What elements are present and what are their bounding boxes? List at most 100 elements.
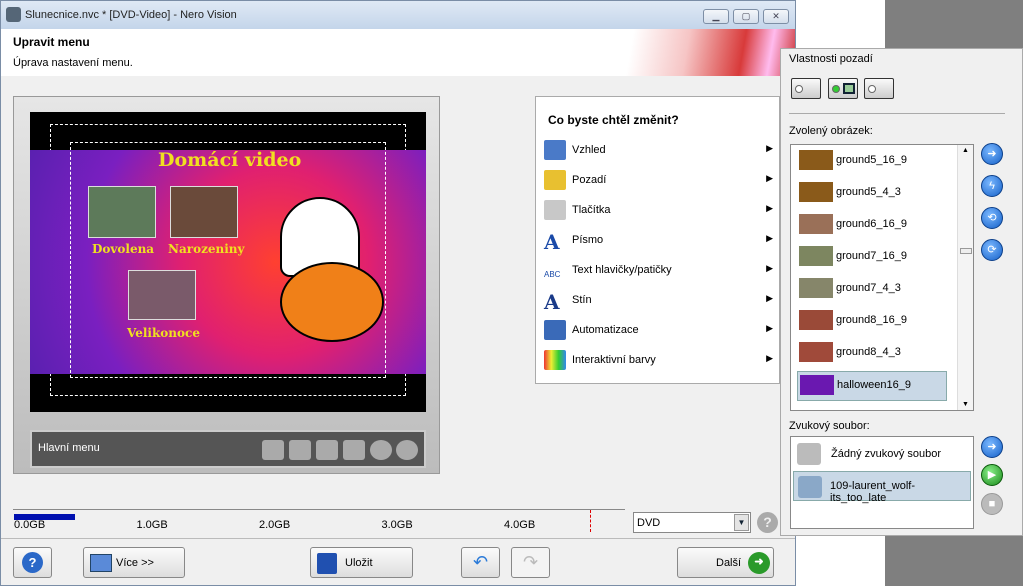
preview-screen[interactable]: Domácí video Dovolena Narozeniny Velikon… xyxy=(30,112,426,412)
image-thumbnail xyxy=(800,375,834,395)
help-button[interactable]: ? xyxy=(13,547,52,578)
checkmark-icon[interactable] xyxy=(396,440,418,460)
image-list-scrollbar[interactable]: ▲ ▼ xyxy=(957,145,973,410)
last-page-icon[interactable] xyxy=(343,440,365,460)
menu-item-vzhled[interactable]: Vzhled ▶ xyxy=(542,137,777,165)
image-list-item-label: ground7_4_3 xyxy=(836,282,901,294)
menu-item-stin[interactable]: A Stín ▶ xyxy=(542,287,777,315)
next-page-icon[interactable] xyxy=(316,440,338,460)
help-icon: ? xyxy=(22,552,43,573)
browse-sound-button[interactable]: ➜ xyxy=(981,436,1003,458)
redo-button[interactable]: ↷ xyxy=(511,547,550,578)
arrow-right-icon: ▶ xyxy=(766,353,773,363)
bg-mode-video[interactable] xyxy=(864,78,894,99)
image-list-item[interactable]: ground6_16_9 xyxy=(797,211,947,241)
menu-item-label: Text hlavičky/patičky xyxy=(572,264,672,276)
save-button[interactable]: Uložit xyxy=(310,547,413,578)
thumbnail-velikonoce[interactable] xyxy=(128,270,196,320)
scroll-thumb[interactable] xyxy=(960,248,972,254)
image-list[interactable]: ground5_16_9 ground5_4_3 ground6_16_9groun… xyxy=(790,144,974,411)
undo-button[interactable]: ↶ xyxy=(461,547,500,578)
shadow-icon: A xyxy=(544,290,560,314)
menu-item-tlacitka[interactable]: Tlačítka ▶ xyxy=(542,197,777,225)
menu-item-label: Vzhled xyxy=(572,144,606,156)
scroll-down-icon[interactable]: ▼ xyxy=(962,401,969,408)
edit-image-button[interactable]: ϟ xyxy=(981,175,1003,197)
menu-item-automatizace[interactable]: Automatizace ▶ xyxy=(542,317,777,345)
menu-item-label[interactable]: Narozeniny xyxy=(168,242,245,256)
menu-item-label[interactable]: Velikonoce xyxy=(127,326,200,340)
chevron-down-icon[interactable]: ▼ xyxy=(734,514,749,531)
font-icon: A xyxy=(544,230,560,254)
disc-type-select[interactable]: DVD ▼ xyxy=(633,512,751,533)
next-label: Další xyxy=(716,557,742,569)
more-icon xyxy=(90,554,112,572)
menu-title[interactable]: Domácí video xyxy=(158,149,301,171)
menu-item-label[interactable]: Dovolena xyxy=(92,242,154,256)
menu-item-pozadi[interactable]: Pozadí ▶ xyxy=(542,167,777,195)
navigate-icon[interactable] xyxy=(370,440,392,460)
image-list-item[interactable]: ground5_16_9 xyxy=(797,147,947,177)
menu-item-label: Stín xyxy=(572,294,592,306)
image-list-item[interactable]: ground7_16_9 xyxy=(797,243,947,273)
nero-banner-image xyxy=(615,29,795,76)
layout-icon xyxy=(544,140,566,160)
separator xyxy=(1,538,795,539)
more-label: Více >> xyxy=(116,557,154,569)
scroll-up-icon[interactable]: ▲ xyxy=(962,147,969,154)
menu-item-pismo[interactable]: A Písmo ▶ xyxy=(542,227,777,255)
previous-page-icon[interactable] xyxy=(289,440,311,460)
stop-sound-button[interactable]: ■ xyxy=(981,493,1003,515)
image-thumbnail xyxy=(799,310,833,330)
main-window: Slunecnice.nvc * [DVD-Video] - Nero Visi… xyxy=(0,0,796,586)
preview-control-bar: Hlavní menu xyxy=(30,430,426,468)
floppy-icon xyxy=(317,553,337,574)
background-properties-panel: Vlastnosti pozadí Zvolený obrázek: groun… xyxy=(780,48,1023,536)
maximize-button[interactable]: ▢ xyxy=(733,9,759,24)
menu-item-label: Interaktivní barvy xyxy=(572,354,656,366)
audio-file-icon xyxy=(798,476,822,498)
play-sound-button[interactable]: ▶ xyxy=(981,464,1003,486)
arrow-right-icon: ▶ xyxy=(766,293,773,303)
image-list-item[interactable]: halloween16_9 xyxy=(797,371,947,401)
browse-image-button[interactable]: ➜ xyxy=(981,143,1003,165)
sound-item[interactable]: Žádný zvukový soubor xyxy=(793,439,971,469)
sound-item-label: Žádný zvukový soubor xyxy=(831,448,942,460)
next-button[interactable]: Další ➜ xyxy=(677,547,774,578)
image-list-item[interactable]: ground8_16_9 xyxy=(797,307,947,337)
arrow-right-icon: ➜ xyxy=(748,552,770,574)
close-button[interactable]: ✕ xyxy=(763,9,789,24)
refresh-image-button[interactable]: ⟲ xyxy=(981,207,1003,229)
image-list-item-label: ground5_4_3 xyxy=(836,186,901,198)
arrow-right-icon: ▶ xyxy=(766,233,773,243)
image-list-item[interactable]: ground8_4_3 xyxy=(797,339,947,369)
thumbnail-narozeniny[interactable] xyxy=(170,186,238,238)
bg-mode-image[interactable] xyxy=(828,78,858,99)
sound-list[interactable]: Žádný zvukový soubor 109-laurent_wolf-it… xyxy=(790,436,974,529)
menu-item-label: Písmo xyxy=(572,234,604,246)
buttons-icon xyxy=(544,200,566,220)
image-list-item[interactable]: ground5_4_3 xyxy=(797,179,947,209)
separator xyxy=(789,113,1005,114)
sound-item-selected[interactable]: 109-laurent_wolf-its_too_late xyxy=(793,471,971,504)
arrow-right-icon: ▶ xyxy=(766,203,773,213)
arrow-right-icon: ▶ xyxy=(766,143,773,153)
menu-item-interaktivni-barvy[interactable]: Interaktivní barvy ▶ xyxy=(542,347,777,375)
image-list-item[interactable]: ground7_4_3 xyxy=(797,275,947,305)
automation-icon xyxy=(544,320,566,340)
menu-item-text-hlavicky[interactable]: ABC Text hlavičky/patičky ▶ xyxy=(542,257,777,285)
change-menu-panel: Co byste chtěl změnit? Vzhled ▶ Pozadí ▶ T… xyxy=(535,96,780,384)
page-title: Upravit menu xyxy=(13,35,90,49)
image-list-item-label: ground7_16_9 xyxy=(836,250,907,262)
bg-mode-gradient[interactable] xyxy=(791,78,821,99)
background-icon xyxy=(544,170,566,190)
minimize-button[interactable]: ▁ xyxy=(703,9,729,24)
image-thumbnail xyxy=(799,150,833,170)
first-page-icon[interactable] xyxy=(262,440,284,460)
help-disabled-icon: ? xyxy=(757,512,778,533)
redo-icon: ↷ xyxy=(522,552,539,572)
thumbnail-dovolena[interactable] xyxy=(88,186,156,238)
more-button[interactable]: Více >> xyxy=(83,547,185,578)
menu-item-label: Tlačítka xyxy=(572,204,611,216)
reset-image-button[interactable]: ⟳ xyxy=(981,239,1003,261)
